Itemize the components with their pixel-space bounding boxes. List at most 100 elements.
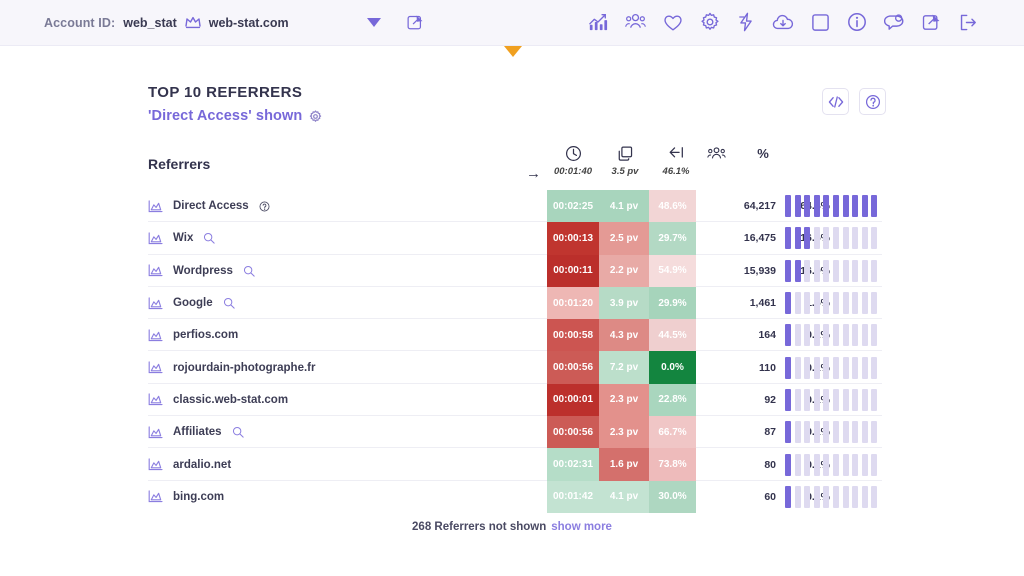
embed-code-button[interactable] (822, 88, 849, 115)
metric-header-pageviews: 3.5 pv (600, 144, 650, 177)
referrer-chart-icon[interactable] (148, 200, 163, 213)
referrer-chart-icon[interactable] (148, 490, 163, 503)
referrer-cell[interactable]: classic.web-stat.com (148, 384, 288, 416)
visitors-group-icon[interactable] (625, 12, 646, 32)
bar-segment (804, 486, 810, 508)
referrer-cell[interactable]: Wix (148, 222, 215, 254)
table-row[interactable]: rojourdain-photographe.fr00:00:567.2 pv0… (148, 351, 882, 383)
table-row[interactable]: Google00:01:203.9 pv29.9%1,4611.5% (148, 287, 882, 319)
bar-segment (785, 292, 791, 314)
bounce-rate-cell: 54.9% (649, 255, 696, 287)
edit-square-icon[interactable] (922, 13, 941, 32)
table-row[interactable]: ardalio.net00:02:311.6 pv73.8%800.1% (148, 448, 882, 480)
table-row[interactable]: bing.com00:01:424.1 pv30.0%600.1% (148, 481, 882, 513)
avg-time-cell: 00:02:25 (547, 190, 599, 222)
bar-segment (795, 324, 801, 346)
bar-segment (862, 195, 868, 217)
referrer-label: classic.web-stat.com (173, 394, 288, 406)
visitors-cell: 80 (696, 448, 776, 480)
referrer-label: bing.com (173, 491, 224, 503)
bar-segment (833, 486, 839, 508)
bar-segment (852, 260, 858, 282)
bar-segment (871, 357, 877, 379)
gear-icon[interactable] (309, 110, 322, 123)
referrer-cell[interactable]: rojourdain-photographe.fr (148, 351, 315, 383)
referrer-chart-icon[interactable] (148, 458, 163, 471)
table-row[interactable]: Direct Access00:02:254.1 pv48.6%64,21764… (148, 190, 882, 222)
logout-icon[interactable] (958, 13, 978, 32)
lightning-icon[interactable] (737, 12, 755, 32)
referrer-cell[interactable]: Affiliates (148, 416, 244, 448)
referrer-chart-icon[interactable] (148, 264, 163, 277)
bar-segment (833, 324, 839, 346)
search-icon[interactable] (232, 426, 244, 438)
table-row[interactable]: Wordpress00:00:112.2 pv54.9%15,93916.0% (148, 255, 882, 287)
referrer-chart-icon[interactable] (148, 426, 163, 439)
search-icon[interactable] (223, 297, 235, 309)
referrer-cell[interactable]: Wordpress (148, 255, 255, 287)
referrer-label: Direct Access (173, 200, 249, 212)
square-icon[interactable] (811, 13, 830, 32)
referrer-chart-icon[interactable] (148, 297, 163, 310)
referrer-cell[interactable]: bing.com (148, 481, 224, 513)
bar-segment (862, 454, 868, 476)
bar-segment (843, 421, 849, 443)
gear-icon[interactable] (700, 12, 720, 32)
table-footer: 268 Referrers not shown show more (0, 521, 1024, 533)
bar-segment (823, 292, 829, 314)
referrer-cell[interactable]: Google (148, 287, 235, 319)
bar-segment (833, 195, 839, 217)
bar-segment (862, 260, 868, 282)
metric-header-visitors (691, 144, 741, 166)
question-icon[interactable] (259, 201, 270, 212)
referrer-label: perfios.com (173, 329, 238, 341)
referrer-chart-icon[interactable] (148, 329, 163, 342)
account-domain[interactable]: web-stat.com (209, 16, 289, 30)
referrer-cell[interactable]: ardalio.net (148, 448, 231, 480)
cloud-download-icon[interactable] (772, 13, 794, 32)
expand-arrow-icon[interactable]: → (526, 165, 541, 182)
bar-segment (843, 357, 849, 379)
bar-segment (795, 389, 801, 411)
table-row[interactable]: Wix00:00:132.5 pv29.7%16,47516.5% (148, 222, 882, 254)
referrer-chart-icon[interactable] (148, 361, 163, 374)
panel-subtitle: 'Direct Access' shown (148, 108, 322, 124)
search-icon[interactable] (203, 232, 215, 244)
caret-down-icon[interactable] (367, 18, 381, 27)
avg-time-cell: 00:00:13 (547, 222, 599, 254)
panel-subtitle-text: 'Direct Access' shown (148, 108, 302, 124)
analytics-chart-icon[interactable] (588, 12, 608, 32)
table-row[interactable]: Affiliates00:00:562.3 pv66.7%870.1% (148, 416, 882, 448)
page-title: TOP 10 REFERRERS (148, 84, 302, 101)
not-shown-text: 268 Referrers not shown (412, 521, 546, 533)
table-body: Direct Access00:02:254.1 pv48.6%64,21764… (148, 190, 882, 513)
avg-time-cell: 00:01:20 (547, 287, 599, 319)
bar-segment (823, 227, 829, 249)
bar-segment (833, 357, 839, 379)
table-row[interactable]: perfios.com00:00:584.3 pv44.5%1640.2% (148, 319, 882, 351)
referrer-label: Affiliates (173, 426, 222, 438)
referrer-chart-icon[interactable] (148, 232, 163, 245)
help-button[interactable] (859, 88, 886, 115)
bounce-rate-cell: 48.6% (649, 190, 696, 222)
referrer-cell[interactable]: Direct Access (148, 190, 270, 222)
bar-segment (852, 454, 858, 476)
chat-icon[interactable] (884, 13, 905, 32)
search-icon[interactable] (243, 265, 255, 277)
table-row[interactable]: classic.web-stat.com00:00:012.3 pv22.8%9… (148, 384, 882, 416)
referrer-label: rojourdain-photographe.fr (173, 362, 315, 374)
bounce-rate-cell: 66.7% (649, 416, 696, 448)
bar-segment (852, 486, 858, 508)
account-id-value: web_stat (123, 16, 177, 30)
show-more-link[interactable]: show more (551, 521, 612, 533)
bar-segment (814, 227, 820, 249)
heart-icon[interactable] (663, 13, 683, 32)
referrer-chart-icon[interactable] (148, 393, 163, 406)
avg-time-cell: 00:01:42 (547, 481, 599, 513)
account-edit-icon[interactable] (407, 14, 424, 31)
account-controls (367, 14, 424, 31)
referrer-cell[interactable]: perfios.com (148, 319, 238, 351)
info-icon[interactable] (847, 12, 867, 32)
bar-segment (795, 195, 801, 217)
question-icon (865, 94, 881, 110)
